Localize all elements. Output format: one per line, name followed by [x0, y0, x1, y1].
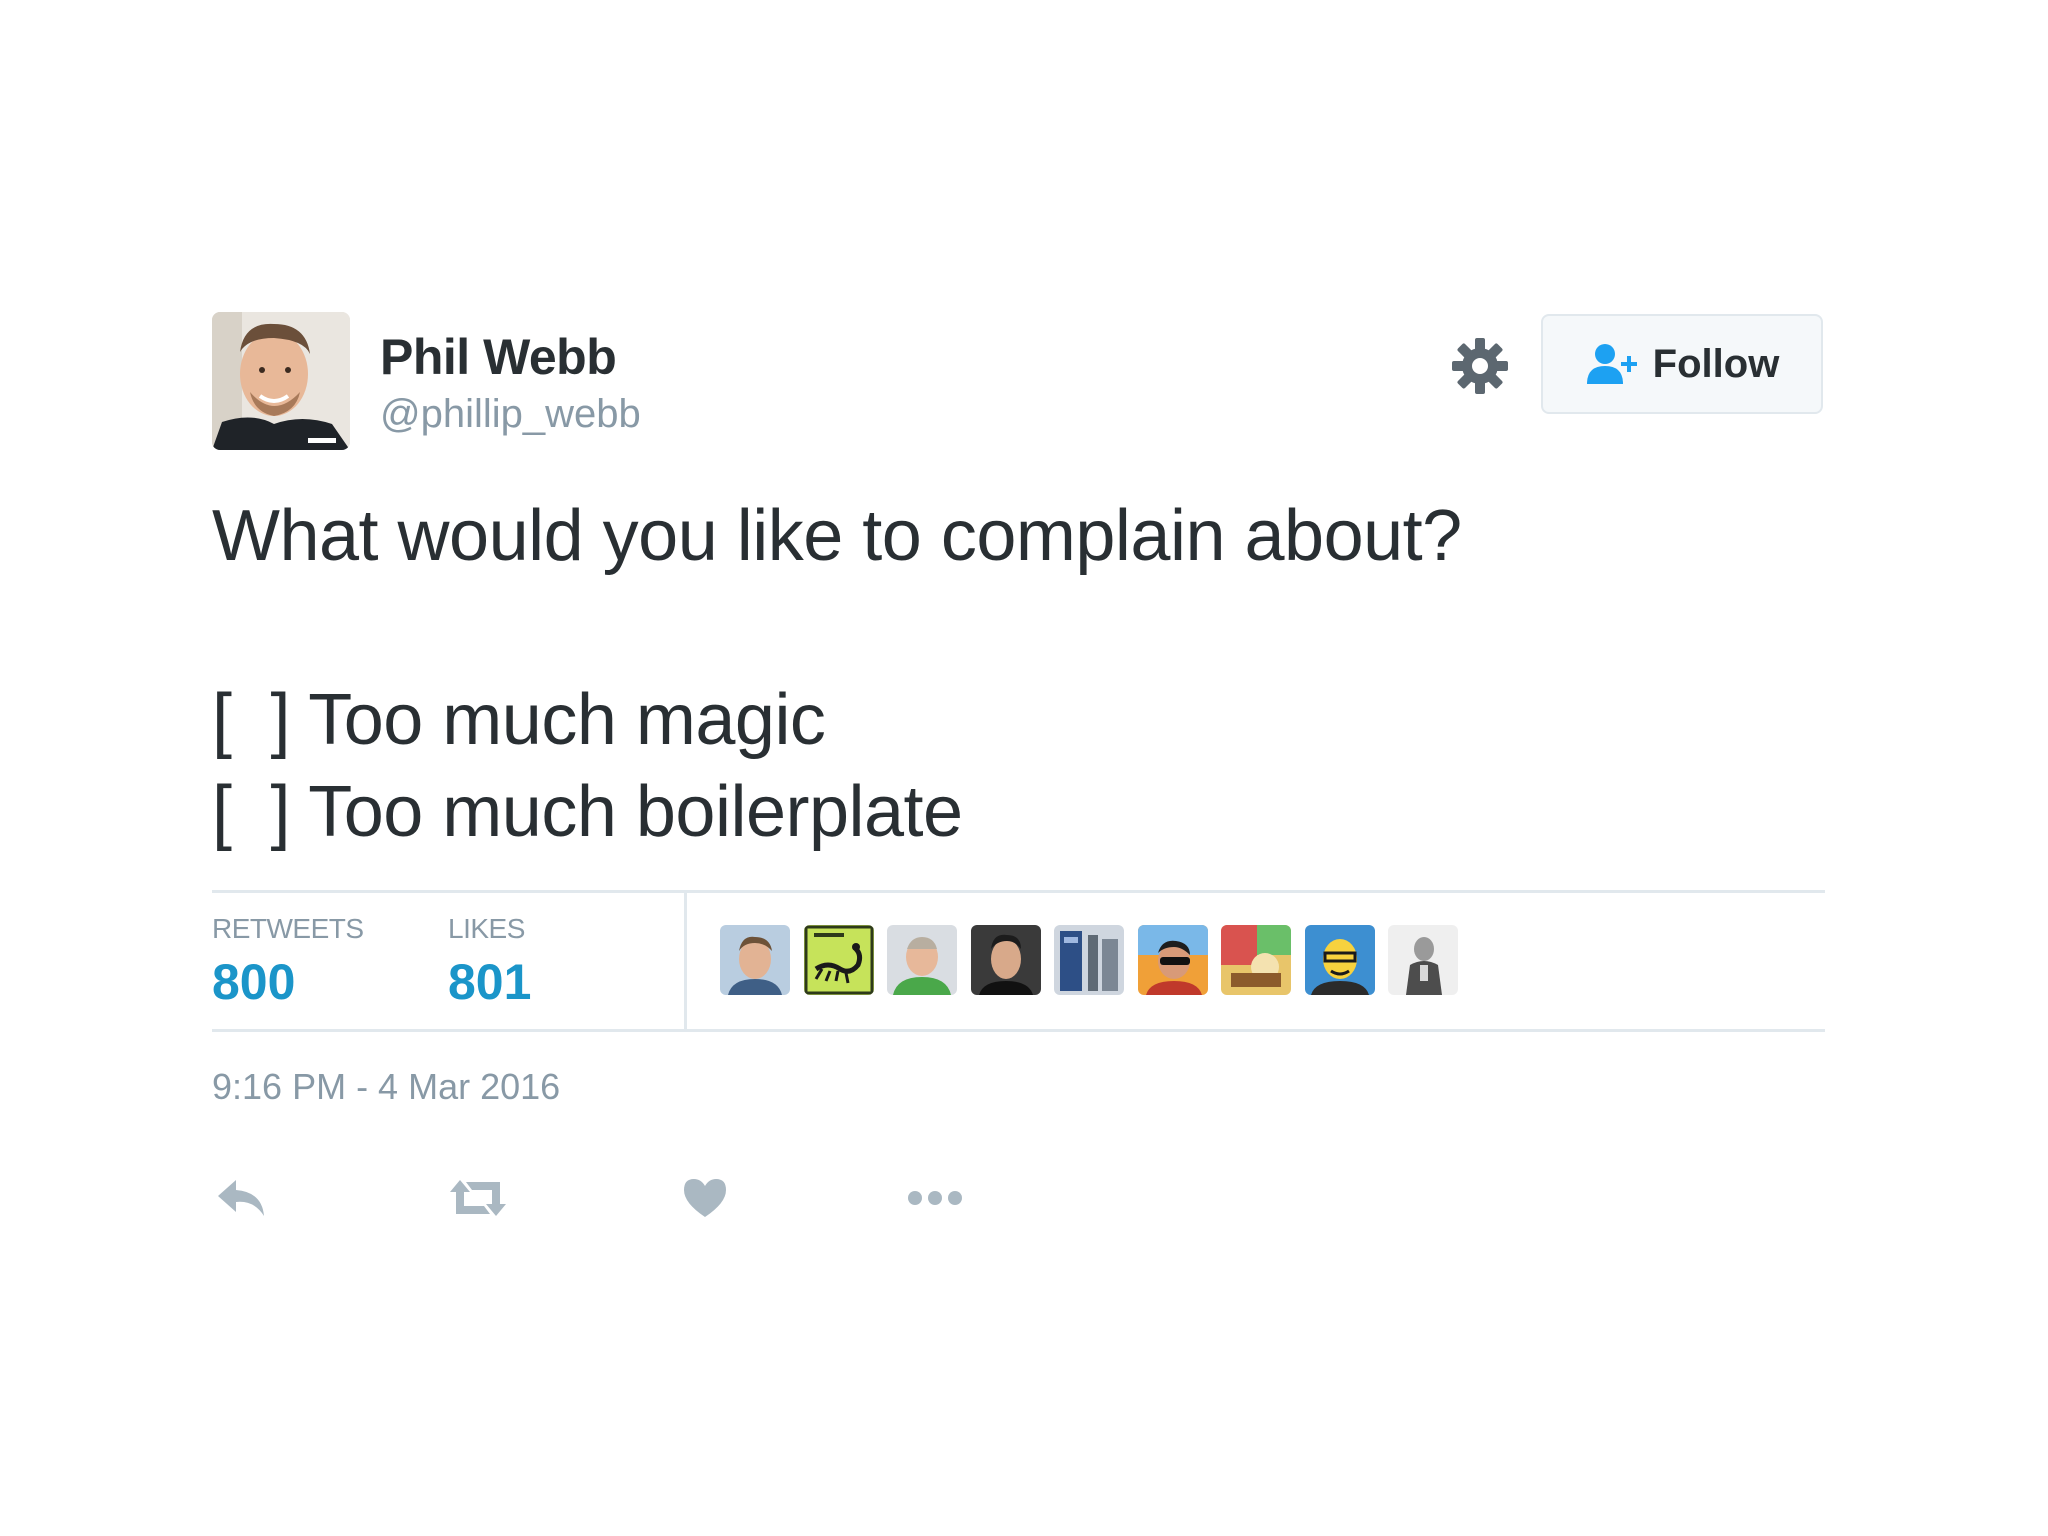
tweet-stats: RETWEETS 800 LIKES 801 [212, 890, 1825, 1032]
tweet-text: What would you like to complain about? [… [212, 490, 1812, 858]
liker-avatar[interactable] [970, 925, 1041, 995]
tweet-option: [ ] Too much boilerplate [212, 772, 963, 852]
avatar-image [212, 312, 350, 450]
avatar[interactable] [212, 312, 350, 450]
retweets-label: RETWEETS [212, 913, 364, 944]
likes-stat[interactable]: LIKES 801 [448, 913, 531, 1011]
likers-avatars [720, 925, 1472, 995]
add-user-icon [1586, 344, 1637, 384]
likes-label: LIKES [448, 913, 525, 944]
likes-count: 801 [448, 954, 532, 1010]
heart-icon[interactable] [682, 1170, 728, 1226]
tweet-timestamp[interactable]: 9:16 PM - 4 Mar 2016 [212, 1066, 560, 1108]
follow-button[interactable]: Follow [1541, 314, 1823, 414]
liker-avatar[interactable] [1304, 925, 1375, 995]
user-name[interactable]: Phil Webb [380, 328, 617, 386]
liker-avatar[interactable] [803, 925, 874, 995]
tweet-option: [ ] Too much magic [212, 680, 826, 760]
liker-avatar[interactable] [887, 925, 957, 995]
retweets-count: 800 [212, 954, 296, 1010]
reply-icon[interactable] [216, 1170, 268, 1226]
liker-avatar[interactable] [1054, 925, 1124, 995]
more-icon[interactable] [906, 1170, 964, 1226]
liker-avatar[interactable] [720, 925, 790, 995]
liker-avatar[interactable] [1137, 925, 1208, 995]
user-handle[interactable]: @phillip_webb [380, 392, 641, 437]
retweet-icon[interactable] [448, 1170, 508, 1226]
tweet-question: What would you like to complain about? [212, 496, 1462, 576]
retweets-stat[interactable]: RETWEETS 800 [212, 913, 364, 1011]
liker-avatar[interactable] [1221, 925, 1291, 995]
follow-label: Follow [1652, 341, 1780, 386]
tweet-card: Phil Webb @phillip_webb Follow What woul… [212, 312, 1825, 1232]
liker-avatar[interactable] [1388, 925, 1458, 995]
stats-divider [684, 893, 687, 1029]
gear-icon[interactable] [1450, 336, 1510, 396]
